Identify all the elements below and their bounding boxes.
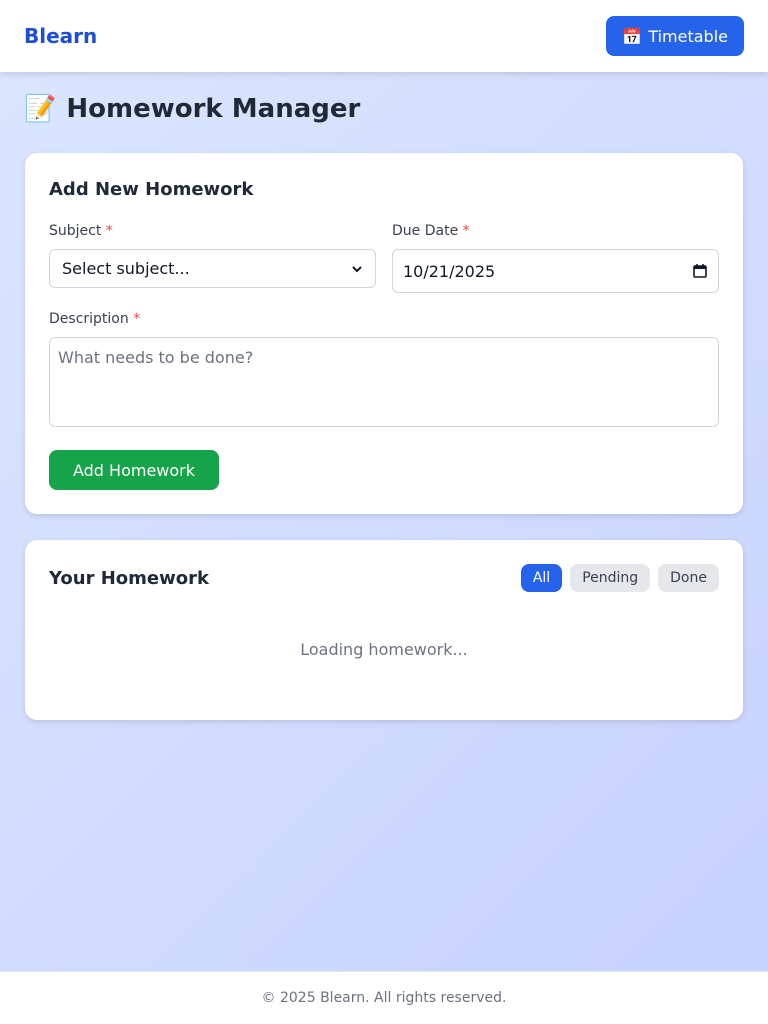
page-title: 📝 Homework Manager xyxy=(24,94,360,124)
due-date-label-text: Due Date xyxy=(392,223,459,239)
page-title-text: Homework Manager xyxy=(66,94,361,124)
chevron-down-icon xyxy=(352,265,362,272)
app-header: Blearn 📅 Timetable xyxy=(0,0,768,72)
description-label: Description * xyxy=(49,311,140,327)
description-textarea[interactable]: What needs to be done? xyxy=(49,337,719,427)
loading-message: Loading homework... xyxy=(300,640,468,659)
add-homework-button[interactable]: Add Homework xyxy=(49,450,219,490)
due-date-value: 10/21/2025 xyxy=(403,261,496,281)
due-date-input[interactable]: 10/21/2025 xyxy=(392,249,719,293)
subject-select[interactable]: Select subject... xyxy=(49,249,376,288)
filter-all-button[interactable]: All xyxy=(520,564,563,592)
required-marker: * xyxy=(133,311,141,327)
subject-label-text: Subject xyxy=(49,223,102,239)
copyright-text: © 2025 Blearn. All rights reserved. xyxy=(261,990,507,1006)
due-date-label: Due Date * xyxy=(392,223,470,239)
required-marker: * xyxy=(105,223,113,239)
subject-select-value: Select subject... xyxy=(62,259,190,278)
subject-label: Subject * xyxy=(49,223,113,239)
footer: © 2025 Blearn. All rights reserved. xyxy=(0,971,768,1024)
filter-pending-button[interactable]: Pending xyxy=(570,564,651,592)
homework-list-card: Your Homework All Pending Done Loading h… xyxy=(25,540,743,720)
description-label-text: Description xyxy=(49,311,129,327)
timetable-label: Timetable xyxy=(648,26,728,46)
required-marker: * xyxy=(462,223,470,239)
calendar-picker-icon[interactable] xyxy=(692,263,708,279)
add-homework-card: Add New Homework Subject * Select subjec… xyxy=(25,153,743,514)
add-homework-title: Add New Homework xyxy=(49,179,254,200)
homework-list-title: Your Homework xyxy=(49,568,209,589)
brand-logo[interactable]: Blearn xyxy=(24,24,97,48)
description-placeholder: What needs to be done? xyxy=(58,348,254,367)
calendar-icon: 📅 xyxy=(622,26,643,46)
filter-group: All Pending Done xyxy=(520,564,719,592)
timetable-button[interactable]: 📅 Timetable xyxy=(606,16,744,56)
memo-icon: 📝 xyxy=(24,94,57,124)
filter-done-button[interactable]: Done xyxy=(658,564,719,592)
